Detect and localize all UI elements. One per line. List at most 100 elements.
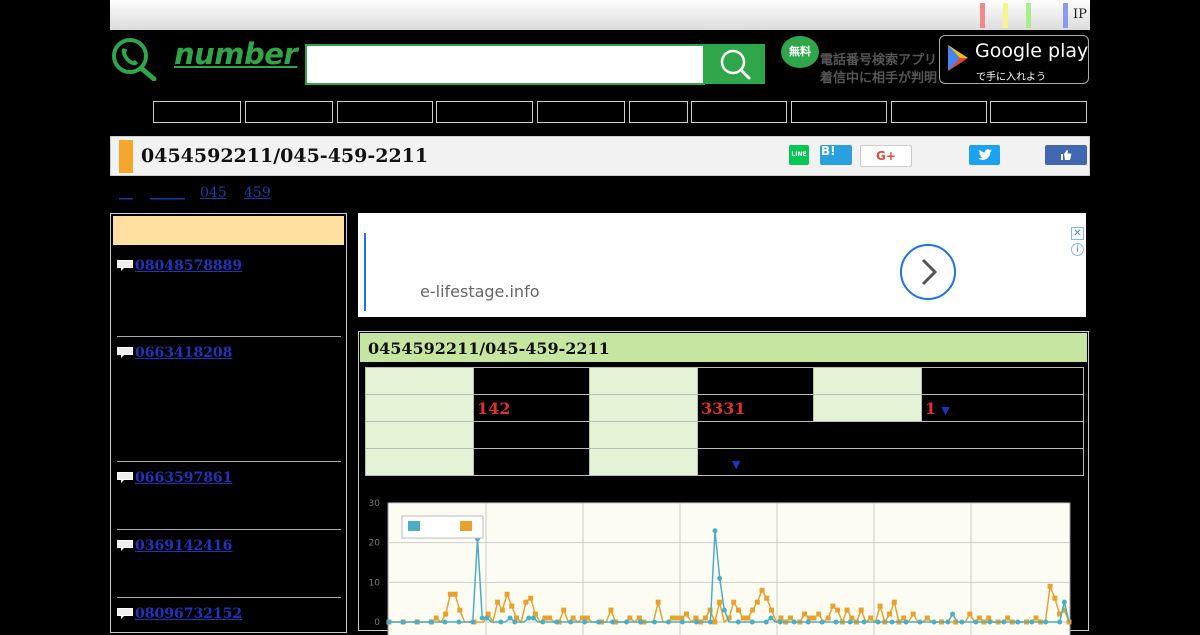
data-point[interactable] bbox=[610, 619, 616, 625]
data-point[interactable] bbox=[967, 611, 973, 617]
nav-item-9[interactable] bbox=[891, 101, 987, 123]
data-point[interactable] bbox=[917, 619, 923, 625]
data-point[interactable] bbox=[400, 619, 406, 625]
data-point[interactable] bbox=[1015, 619, 1021, 625]
nav-item-7[interactable] bbox=[691, 101, 787, 123]
color-tab-4[interactable] bbox=[1063, 3, 1068, 28]
close-icon[interactable]: ✕ bbox=[1071, 227, 1084, 240]
sidebar-number-link[interactable]: 0369142416 bbox=[135, 538, 232, 554]
data-point[interactable] bbox=[638, 619, 644, 625]
data-point[interactable] bbox=[540, 619, 546, 625]
twitter-share-button[interactable] bbox=[969, 145, 1000, 165]
data-point[interactable] bbox=[805, 619, 811, 625]
data-point[interactable] bbox=[847, 619, 853, 625]
ad-domain[interactable]: e-lifestage.info bbox=[420, 282, 540, 301]
nav-item-5[interactable] bbox=[537, 101, 625, 123]
color-tab-2[interactable] bbox=[1003, 3, 1008, 28]
dropdown-arrow-icon[interactable]: ▼ bbox=[732, 458, 740, 471]
color-tab-3[interactable] bbox=[1026, 3, 1031, 28]
data-point[interactable] bbox=[712, 619, 718, 625]
ad-banner[interactable]: e-lifestage.info ✕ i bbox=[358, 213, 1086, 317]
data-point[interactable] bbox=[504, 591, 510, 597]
data-point[interactable] bbox=[596, 619, 602, 625]
data-point[interactable] bbox=[791, 619, 797, 625]
breadcrumb-link-3[interactable]: 045 bbox=[200, 185, 227, 201]
data-point[interactable] bbox=[530, 615, 536, 621]
data-point[interactable] bbox=[679, 619, 685, 625]
data-point[interactable] bbox=[433, 615, 439, 621]
data-point[interactable] bbox=[950, 611, 956, 617]
data-point[interactable] bbox=[507, 615, 513, 621]
data-point[interactable] bbox=[624, 619, 630, 625]
data-point[interactable] bbox=[665, 619, 671, 625]
data-point[interactable] bbox=[608, 607, 614, 613]
data-point[interactable] bbox=[769, 607, 774, 613]
data-point[interactable] bbox=[669, 615, 675, 621]
ip-label[interactable]: IP bbox=[1073, 7, 1087, 22]
data-point[interactable] bbox=[830, 603, 836, 609]
data-point[interactable] bbox=[745, 615, 751, 621]
nav-item-8[interactable] bbox=[791, 101, 887, 123]
data-point[interactable] bbox=[452, 591, 458, 597]
nav-item-2[interactable] bbox=[245, 101, 333, 123]
phone-magnifier-icon[interactable] bbox=[110, 37, 158, 81]
data-point[interactable] bbox=[456, 619, 462, 625]
data-point[interactable] bbox=[759, 587, 765, 593]
data-point[interactable] bbox=[447, 591, 453, 597]
data-point[interactable] bbox=[802, 611, 808, 617]
data-point[interactable] bbox=[945, 619, 951, 625]
breadcrumb-link-1[interactable]: __ bbox=[119, 185, 133, 201]
data-point[interactable] bbox=[931, 619, 937, 625]
data-point[interactable] bbox=[457, 607, 463, 613]
data-point[interactable] bbox=[858, 607, 864, 613]
data-point[interactable] bbox=[651, 619, 657, 625]
data-point[interactable] bbox=[763, 619, 769, 625]
data-point[interactable] bbox=[499, 607, 505, 613]
data-point[interactable] bbox=[547, 615, 553, 621]
data-point[interactable] bbox=[428, 619, 434, 625]
data-point[interactable] bbox=[498, 619, 504, 625]
dropdown-arrow-icon[interactable]: ▼ bbox=[941, 404, 949, 417]
data-point[interactable] bbox=[787, 615, 793, 621]
data-point[interactable] bbox=[509, 603, 515, 609]
data-point[interactable] bbox=[1029, 619, 1035, 625]
data-point[interactable] bbox=[889, 619, 895, 625]
data-point[interactable] bbox=[877, 603, 883, 609]
data-point[interactable] bbox=[526, 615, 532, 621]
nav-item-1[interactable] bbox=[153, 101, 241, 123]
data-point[interactable] bbox=[568, 619, 574, 625]
breadcrumb-link-2[interactable]: _____ bbox=[150, 185, 185, 201]
data-point[interactable] bbox=[959, 619, 965, 625]
data-point[interactable] bbox=[561, 607, 567, 613]
data-point[interactable] bbox=[910, 611, 916, 617]
data-point[interactable] bbox=[811, 615, 817, 621]
data-point[interactable] bbox=[442, 619, 448, 625]
data-point[interactable] bbox=[924, 615, 930, 621]
sidebar-number-link[interactable]: 0663597861 bbox=[135, 470, 232, 486]
data-point[interactable] bbox=[749, 619, 755, 625]
data-point[interactable] bbox=[825, 615, 831, 621]
nav-item-6[interactable] bbox=[629, 101, 688, 123]
data-point[interactable] bbox=[844, 607, 850, 613]
data-point[interactable] bbox=[861, 619, 867, 625]
data-point[interactable] bbox=[740, 615, 746, 621]
data-point[interactable] bbox=[707, 607, 713, 613]
data-point[interactable] bbox=[891, 599, 897, 605]
data-point[interactable] bbox=[1047, 583, 1053, 589]
data-point[interactable] bbox=[684, 611, 689, 617]
data-point[interactable] bbox=[717, 599, 723, 605]
data-point[interactable] bbox=[754, 599, 760, 605]
google-plus-button[interactable]: G+ bbox=[860, 145, 912, 167]
search-input[interactable] bbox=[305, 44, 705, 85]
data-point[interactable] bbox=[903, 619, 909, 625]
data-point[interactable] bbox=[655, 599, 661, 605]
data-point[interactable] bbox=[735, 607, 741, 613]
data-point[interactable] bbox=[414, 619, 420, 625]
data-point[interactable] bbox=[484, 615, 490, 621]
data-point[interactable] bbox=[768, 615, 774, 621]
data-point[interactable] bbox=[976, 615, 982, 621]
data-point[interactable] bbox=[495, 599, 501, 605]
data-point[interactable] bbox=[1057, 619, 1063, 625]
data-point[interactable] bbox=[528, 595, 534, 601]
data-point[interactable] bbox=[512, 619, 518, 625]
